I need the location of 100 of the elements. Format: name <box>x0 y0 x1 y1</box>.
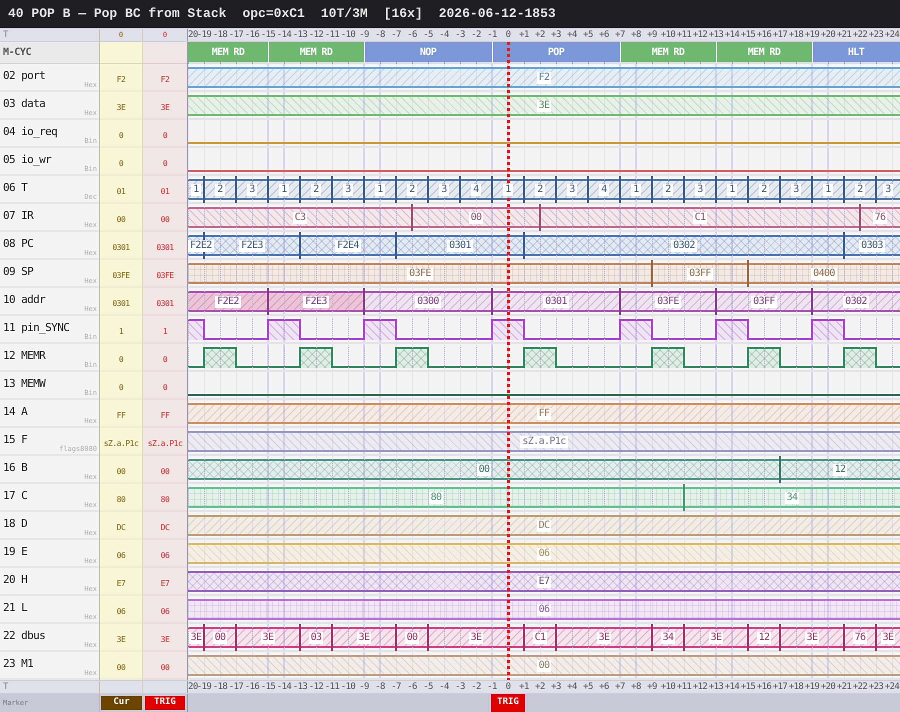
bus-value: 00 <box>212 632 228 644</box>
bus-value: 1 <box>823 184 833 196</box>
bus-value: F2E2 <box>188 240 214 252</box>
cursor-value: 00 <box>116 663 126 674</box>
machine-cycle: NOP <box>364 42 492 62</box>
bus-value: 2 <box>759 184 769 196</box>
tick-label: -6 <box>406 29 418 41</box>
machine-cycle: MEM RD <box>268 42 364 62</box>
tick-label: +2 <box>534 681 546 693</box>
bus-value: 03FF <box>751 296 777 308</box>
tick-label: -11 <box>324 681 340 693</box>
bus-value: 0301 <box>447 240 473 252</box>
bus-value: 3E <box>468 632 484 644</box>
signal-name: 04 io_req <box>3 126 58 138</box>
row-label: M-CYC <box>0 42 99 64</box>
cursor-value: 0301 <box>112 299 130 310</box>
bus-value: 3E <box>880 632 896 644</box>
trigger-value: 0 <box>162 159 168 170</box>
machine-cycle: HLT <box>812 42 900 62</box>
trigger-marker[interactable]: TRIG <box>145 696 185 710</box>
tick-label: +8 <box>630 29 642 41</box>
bus-value: 00 <box>468 212 484 224</box>
tick-label: -12 <box>308 681 324 693</box>
timing-label: 10T/3M <box>320 5 368 24</box>
tick-label: +11 <box>676 681 692 693</box>
tick-label: -4 <box>438 29 450 41</box>
trigger-value: 0 <box>162 355 168 366</box>
signal-name: 18 D <box>3 518 28 530</box>
bus-value: FF <box>536 408 552 420</box>
bus-value: 2 <box>855 184 865 196</box>
tick-label: -10 <box>340 681 356 693</box>
tick-label: -13 <box>292 29 308 41</box>
signal-name: 11 pin_SYNC <box>3 322 70 334</box>
tick-label: +9 <box>646 681 658 693</box>
tick-label: -1 <box>486 681 498 693</box>
trigger-value: 00 <box>160 215 170 226</box>
tick-label: -5 <box>422 29 434 41</box>
tick-label: +17 <box>772 681 788 693</box>
cursor-value: 06 <box>116 551 126 562</box>
machine-cycle: MEM RD <box>188 42 268 62</box>
tick-label: +4 <box>566 681 578 693</box>
tick-label: -17 <box>228 29 244 41</box>
machine-cycle: POP <box>492 42 620 62</box>
signal-name: 16 B <box>3 462 28 474</box>
bus-value: 3E <box>596 632 612 644</box>
tick-label: +10 <box>660 29 676 41</box>
cursor-value: sZ.a.P1c <box>104 439 138 450</box>
tick-label: +8 <box>630 681 642 693</box>
tick-label: -5 <box>422 681 434 693</box>
cursor-marker[interactable]: Cur <box>101 696 142 710</box>
tick-label: +19 <box>804 29 820 41</box>
cursor-value: E7 <box>116 579 126 590</box>
bus-value: 00 <box>476 464 492 476</box>
bus-value: 2 <box>215 184 225 196</box>
tick-label: +19 <box>804 681 820 693</box>
cursor-value: 3E <box>116 635 126 646</box>
tick-label: +16 <box>756 29 772 41</box>
bus-value: 3E <box>804 632 820 644</box>
bus-value: 1 <box>631 184 641 196</box>
signal-name: 03 data <box>3 98 46 110</box>
bus-value: 3 <box>883 184 893 196</box>
window-title: 40 POP B — Pop BC from Stack <box>8 5 226 24</box>
bus-value: 3E <box>708 632 724 644</box>
tick-label: +24 <box>884 681 900 693</box>
trigger-value: F2 <box>160 75 170 86</box>
bus-value: 1 <box>503 184 513 196</box>
tick-label: +5 <box>582 681 594 693</box>
tick-label: -2 <box>470 681 482 693</box>
machine-cycle: MEM RD <box>716 42 812 62</box>
tick-label: +6 <box>598 29 610 41</box>
tick-label: +23 <box>868 29 884 41</box>
trigger-value: 06 <box>160 607 170 618</box>
signal-name: 12 MEMR <box>3 350 46 362</box>
bus-value: 03 <box>308 632 324 644</box>
bus-value: 12 <box>756 632 772 644</box>
trigger-value: 80 <box>160 495 170 506</box>
tick-label: -12 <box>308 29 324 41</box>
tick-label: +21 <box>836 681 852 693</box>
tick-label: +16 <box>756 681 772 693</box>
signal-name: 20 H <box>3 574 28 586</box>
tick-label: +24 <box>884 29 900 41</box>
bus-value: 34 <box>784 492 800 504</box>
tick-label: +5 <box>582 29 594 41</box>
tick-label: -16 <box>244 29 260 41</box>
tick-label: 0 <box>504 29 512 41</box>
cursor-value: 0 <box>118 131 124 142</box>
tick-label: +20 <box>820 29 836 41</box>
tick-label: -3 <box>454 29 466 41</box>
trigger-value: 1 <box>162 327 168 338</box>
bus-value: 2 <box>663 184 673 196</box>
cursor-value: 00 <box>116 467 126 478</box>
bus-value: 00 <box>404 632 420 644</box>
cursor-value: 00 <box>116 215 126 226</box>
signal-name: 21 L <box>3 602 28 614</box>
tick-label: -17 <box>228 681 244 693</box>
tick-label: -15 <box>260 681 276 693</box>
bus-value: 03FE <box>407 268 433 280</box>
signal-name: 17 C <box>3 490 28 502</box>
trigger-marker[interactable]: TRIG <box>491 694 525 712</box>
bus-value: 1 <box>375 184 385 196</box>
